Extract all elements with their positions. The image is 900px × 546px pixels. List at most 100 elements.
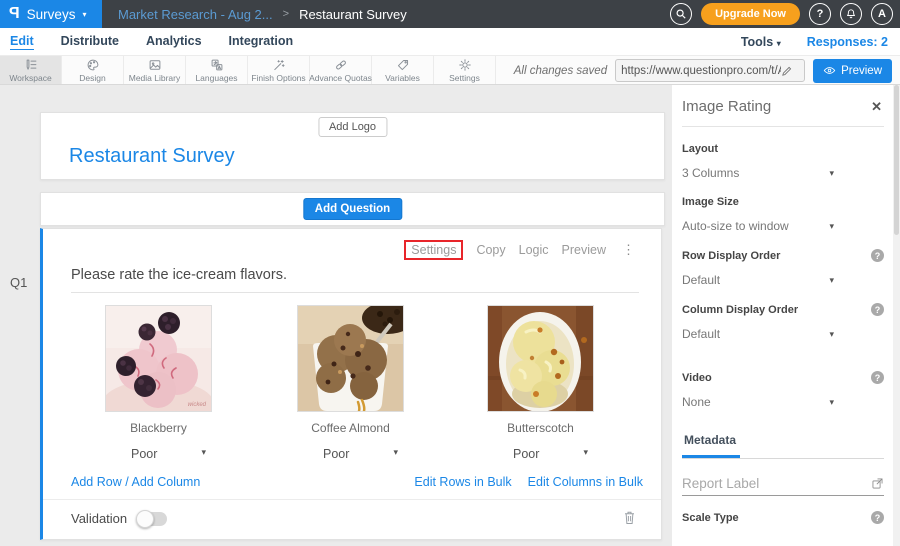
top-bar: P Surveys ▾ Market Research - Aug 2... >… bbox=[0, 0, 900, 28]
page-scrollbar[interactable] bbox=[893, 85, 900, 546]
survey-header-card: Add Logo Restaurant Survey bbox=[40, 112, 665, 180]
toolbar-variables-button[interactable]: Variables bbox=[372, 56, 434, 84]
toolbar-languages-button[interactable]: Languages bbox=[186, 56, 248, 84]
field-video: Video ? None ▾ bbox=[682, 371, 884, 409]
chevron-down-icon: ▾ bbox=[583, 447, 588, 461]
add-row-link[interactable]: Add Row bbox=[71, 475, 122, 489]
help-icon[interactable]: ? bbox=[809, 3, 831, 25]
tab-edit[interactable]: Edit bbox=[10, 34, 34, 50]
question-settings-link[interactable]: Settings bbox=[404, 240, 463, 260]
breadcrumb-folder[interactable]: Market Research - Aug 2... bbox=[118, 7, 273, 22]
image-size-dropdown[interactable]: Auto-size to window ▾ bbox=[682, 219, 834, 233]
validation-row: Validation bbox=[71, 511, 167, 526]
toggle-knob bbox=[136, 510, 154, 528]
preview-button[interactable]: Preview bbox=[813, 59, 892, 83]
help-icon[interactable]: ? bbox=[871, 371, 884, 384]
coffee-almond-image[interactable] bbox=[297, 305, 404, 412]
image-label[interactable]: Coffee Almond bbox=[297, 421, 404, 435]
add-column-link[interactable]: Add Column bbox=[132, 475, 201, 489]
toolbar-design-button[interactable]: Design bbox=[62, 56, 124, 84]
help-icon[interactable]: ? bbox=[871, 511, 884, 524]
validation-toggle[interactable] bbox=[137, 512, 167, 526]
edit-rows-bulk-link[interactable]: Edit Rows in Bulk bbox=[414, 475, 511, 489]
question-more-menu-icon[interactable]: ⋮ bbox=[622, 242, 635, 258]
column-display-order-dropdown[interactable]: Default ▾ bbox=[682, 327, 834, 341]
rating-column-blackberry: wicked Blackberry Poor ▾ bbox=[105, 305, 212, 461]
add-question-button[interactable]: Add Question bbox=[303, 198, 402, 220]
question-actions: Settings Copy Logic Preview ⋮ bbox=[404, 240, 635, 260]
breadcrumb-separator-icon: > bbox=[283, 8, 289, 20]
scale-type-label: Scale Type bbox=[682, 512, 739, 524]
design-palette-icon bbox=[86, 58, 100, 72]
rating-dropdown[interactable]: Poor ▾ bbox=[487, 447, 594, 461]
save-status-text: All changes saved bbox=[514, 65, 607, 77]
question-logic-link[interactable]: Logic bbox=[519, 243, 549, 257]
survey-url-input[interactable] bbox=[621, 65, 781, 77]
rating-dropdown[interactable]: Poor ▾ bbox=[105, 447, 212, 461]
scrollbar-thumb[interactable] bbox=[894, 85, 899, 235]
survey-url-field[interactable] bbox=[615, 59, 805, 82]
survey-nav-bar: Edit Distribute Analytics Integration To… bbox=[0, 28, 900, 56]
butterscotch-image[interactable] bbox=[487, 305, 594, 412]
blackberry-image[interactable]: wicked bbox=[105, 305, 212, 412]
add-logo-button[interactable]: Add Logo bbox=[318, 117, 387, 137]
tools-menu[interactable]: Tools ▾ bbox=[741, 35, 781, 49]
close-icon[interactable]: ✕ bbox=[871, 99, 882, 115]
tab-distribute[interactable]: Distribute bbox=[61, 34, 119, 50]
expand-icon[interactable] bbox=[871, 477, 884, 490]
field-row-display-order: Row Display Order ? Default ▾ bbox=[682, 249, 884, 287]
breadcrumb-survey-name: Restaurant Survey bbox=[299, 7, 407, 22]
field-scale-type: Scale Type ? bbox=[682, 511, 884, 524]
nav-tabs: Edit Distribute Analytics Integration bbox=[10, 34, 293, 50]
notifications-bell-icon[interactable] bbox=[840, 3, 862, 25]
video-dropdown[interactable]: None ▾ bbox=[682, 395, 834, 409]
image-label[interactable]: Butterscotch bbox=[487, 421, 594, 435]
question-text[interactable]: Please rate the ice-cream flavors. bbox=[71, 267, 639, 293]
delete-question-trash-icon[interactable] bbox=[622, 509, 637, 531]
help-icon[interactable]: ? bbox=[871, 249, 884, 262]
report-label-row bbox=[682, 476, 884, 496]
edit-url-pencil-icon[interactable] bbox=[781, 65, 793, 77]
chevron-down-icon: ▾ bbox=[393, 447, 398, 461]
help-icon[interactable]: ? bbox=[871, 303, 884, 316]
toolbar-media-library-button[interactable]: Media Library bbox=[124, 56, 186, 84]
responses-count-link[interactable]: Responses: 2 bbox=[807, 35, 888, 49]
editor-toolbar: Workspace Design Media Library Languages… bbox=[0, 56, 900, 85]
settings-gear-icon bbox=[458, 58, 472, 72]
question-preview-link[interactable]: Preview bbox=[562, 243, 606, 257]
topbar-actions: Upgrade Now ? A bbox=[670, 3, 893, 25]
svg-text:wicked: wicked bbox=[188, 402, 207, 408]
chevron-down-icon: ▾ bbox=[82, 10, 86, 19]
validation-label: Validation bbox=[71, 511, 127, 526]
rating-column-butterscotch: Butterscotch Poor ▾ bbox=[487, 305, 594, 461]
image-label[interactable]: Blackberry bbox=[105, 421, 212, 435]
tab-analytics[interactable]: Analytics bbox=[146, 34, 202, 50]
edit-columns-bulk-link[interactable]: Edit Columns in Bulk bbox=[528, 475, 643, 489]
account-avatar[interactable]: A bbox=[871, 3, 893, 25]
rating-column-coffee-almond: Coffee Almond Poor ▾ bbox=[297, 305, 404, 461]
toolbar-workspace-button[interactable]: Workspace bbox=[0, 56, 62, 84]
question-copy-link[interactable]: Copy bbox=[476, 243, 505, 257]
panel-header: Image Rating ✕ bbox=[682, 85, 884, 127]
product-switcher[interactable]: P Surveys ▾ bbox=[0, 0, 102, 28]
layout-dropdown[interactable]: 3 Columns ▾ bbox=[682, 166, 834, 180]
row-display-order-dropdown[interactable]: Default ▾ bbox=[682, 273, 834, 287]
toolbar-settings-button[interactable]: Settings bbox=[434, 56, 496, 84]
rating-dropdown[interactable]: Poor ▾ bbox=[297, 447, 404, 461]
survey-title[interactable]: Restaurant Survey bbox=[69, 145, 235, 168]
toolbar-advance-quotas-button[interactable]: Advance Quotas bbox=[310, 56, 372, 84]
eye-icon bbox=[823, 65, 836, 76]
toolbar-finish-options-button[interactable]: Finish Options bbox=[248, 56, 310, 84]
search-icon[interactable] bbox=[670, 3, 692, 25]
add-row-column-links: Add Row / Add Column bbox=[71, 475, 200, 489]
report-label-input[interactable] bbox=[682, 476, 847, 491]
survey-canvas: Q1 Add Logo Restaurant Survey Add Questi… bbox=[0, 85, 672, 546]
languages-icon bbox=[210, 58, 224, 72]
tab-integration[interactable]: Integration bbox=[229, 34, 294, 50]
upgrade-now-button[interactable]: Upgrade Now bbox=[701, 3, 800, 25]
chevron-down-icon: ▾ bbox=[829, 329, 834, 340]
chevron-down-icon: ▾ bbox=[829, 221, 834, 232]
add-question-card: Add Question bbox=[40, 192, 665, 226]
tab-metadata[interactable]: Metadata bbox=[682, 433, 740, 458]
chevron-down-icon: ▾ bbox=[829, 397, 834, 408]
